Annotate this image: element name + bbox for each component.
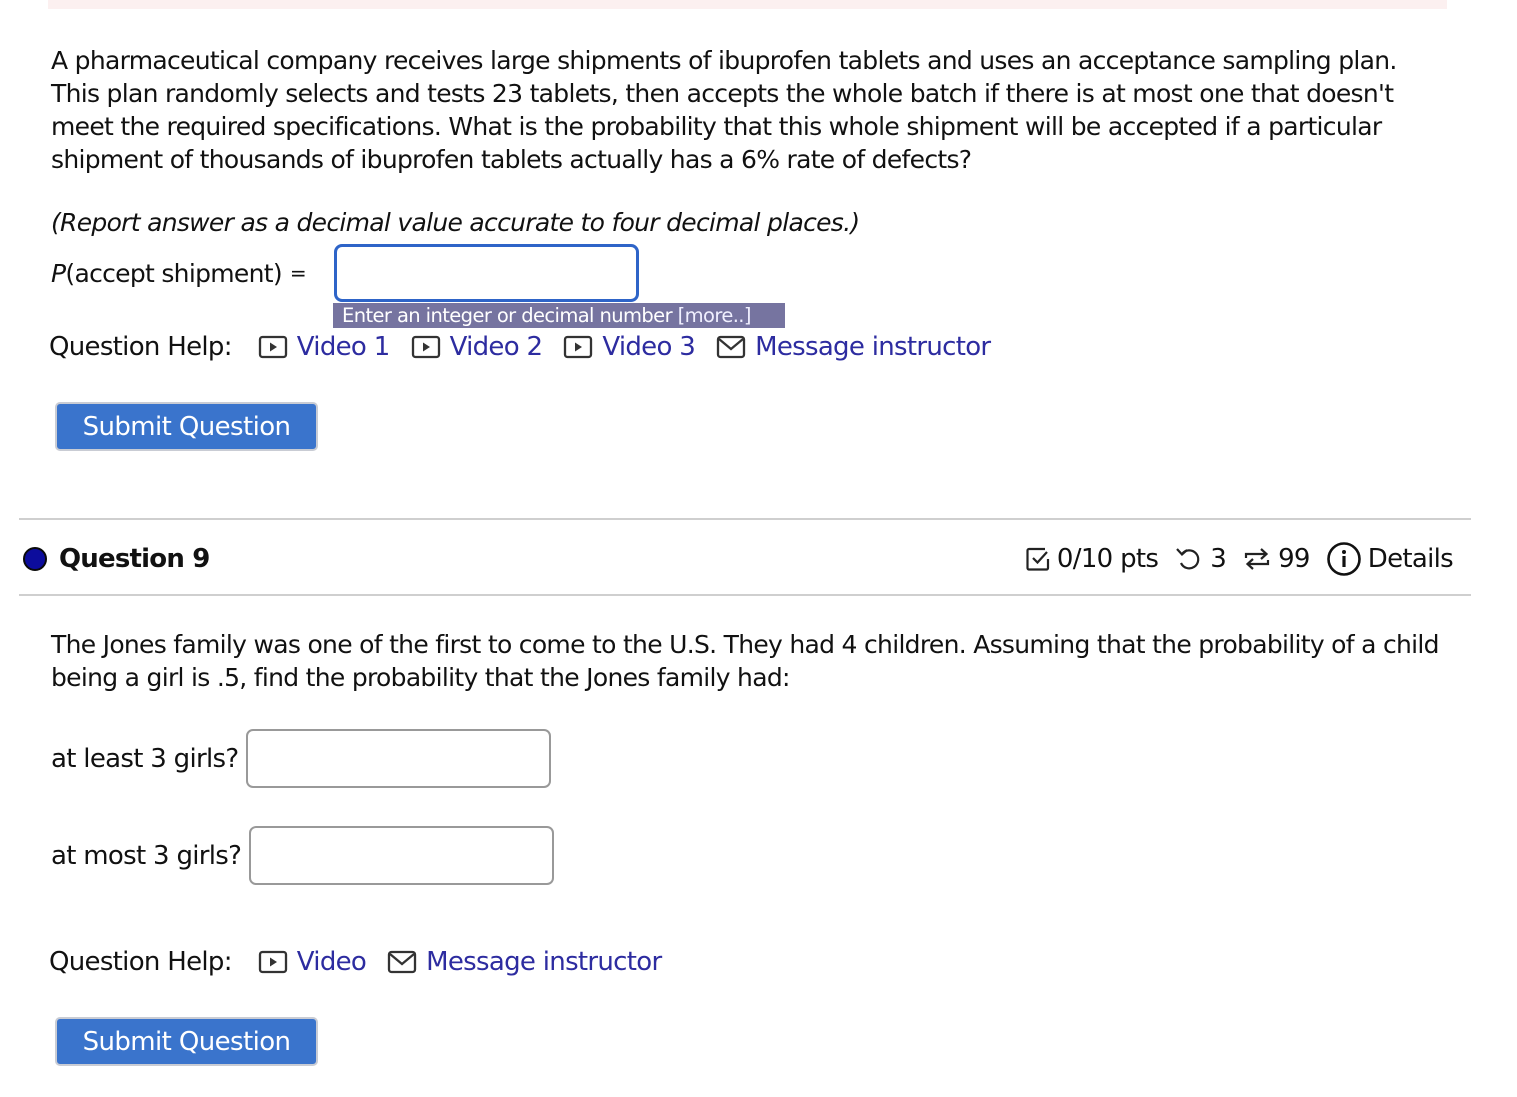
answer-instruction: (Report answer as a decimal value accura… (51, 208, 860, 237)
at-least-3-girls-input[interactable] (246, 729, 552, 788)
question-meta: 0/10 pts 3 99 Details (1025, 541, 1454, 577)
part-b-row: at most 3 girls? (51, 826, 555, 885)
question-help-label: Question Help: (49, 947, 232, 977)
answer-label-row: P (accept shipment) = (51, 244, 316, 302)
info-icon (1326, 541, 1362, 577)
video-3-link[interactable]: Video 3 (563, 332, 696, 362)
divider (19, 518, 1471, 520)
video-label: Video (296, 947, 367, 977)
question-9-title: Question 9 (59, 544, 210, 574)
message-instructor-link[interactable]: Message instructor (387, 947, 662, 977)
envelope-icon (387, 950, 417, 974)
question-help-row-q8: Question Help: Video 1 Video 2 Video 3 M… (49, 332, 1011, 362)
video-2-label: Video 2 (449, 332, 543, 362)
divider (19, 594, 1471, 596)
repeat-arrows-icon (1242, 545, 1272, 573)
video-1-link[interactable]: Video 1 (258, 332, 390, 362)
attempts-value: 99 (1278, 544, 1310, 574)
details-button[interactable]: Details (1326, 541, 1454, 577)
message-instructor-label: Message instructor (426, 947, 662, 977)
tooltip-more-link[interactable]: [more..] (678, 304, 752, 327)
part-a-label: at least 3 girls? (51, 743, 239, 774)
submit-question-8-button[interactable]: Submit Question (55, 402, 318, 451)
retry-icon (1174, 546, 1204, 572)
answer-label-text: (accept shipment) (65, 258, 282, 288)
accept-shipment-input[interactable] (334, 244, 639, 302)
question-status-dot (23, 547, 47, 571)
retries-item: 3 (1174, 544, 1227, 574)
retries-value: 3 (1210, 544, 1227, 574)
question-9-header: Question 9 0/10 pts 3 99 Details (23, 536, 1454, 582)
input-format-tooltip: Enter an integer or decimal number [more… (333, 303, 785, 328)
video-play-icon (258, 335, 288, 359)
submit-question-9-button[interactable]: Submit Question (55, 1017, 318, 1066)
tooltip-text: Enter an integer or decimal number (342, 304, 678, 327)
video-play-icon (411, 335, 441, 359)
equals-sign: = (289, 261, 307, 285)
points-value: 0/10 pts (1056, 544, 1159, 574)
attempts-item: 99 (1242, 544, 1310, 574)
video-1-label: Video 1 (296, 332, 390, 362)
checkbox-checked-icon (1025, 546, 1051, 572)
at-most-3-girls-input[interactable] (249, 826, 555, 885)
video-3-label: Video 3 (602, 332, 696, 362)
envelope-icon (716, 335, 746, 359)
message-instructor-label: Message instructor (755, 332, 991, 362)
part-b-label: at most 3 girls? (51, 840, 242, 871)
message-instructor-link[interactable]: Message instructor (716, 332, 991, 362)
points-item: 0/10 pts (1025, 544, 1159, 574)
video-play-icon (258, 950, 288, 974)
video-2-link[interactable]: Video 2 (411, 332, 543, 362)
question-8-text: A pharmaceutical company receives large … (51, 46, 1397, 174)
question-help-label: Question Help: (49, 332, 232, 362)
top-banner (48, 0, 1447, 9)
video-play-icon (563, 335, 593, 359)
part-a-row: at least 3 girls? (51, 729, 552, 788)
question-help-row-q9: Question Help: Video Message instructor (49, 947, 682, 977)
question-9-text: The Jones family was one of the first to… (51, 630, 1440, 692)
video-link[interactable]: Video (258, 947, 367, 977)
answer-label-p: P (51, 258, 66, 288)
details-label: Details (1367, 544, 1454, 574)
